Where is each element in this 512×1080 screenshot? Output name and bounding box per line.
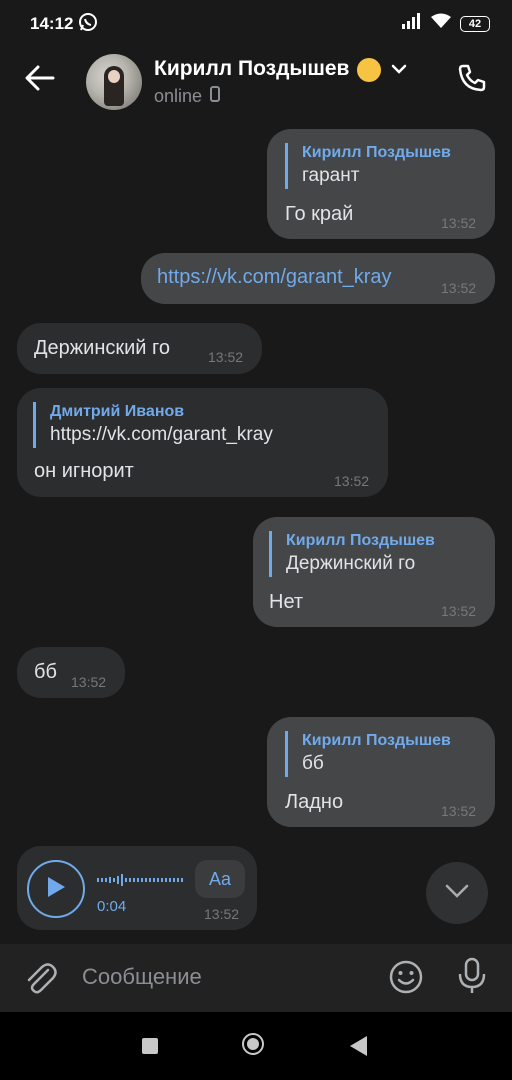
reply-text: Держинский го: [286, 553, 416, 574]
back-triangle-icon[interactable]: [350, 1036, 367, 1056]
message-text: Держинский го: [34, 337, 171, 359]
status-time: 14:12: [30, 14, 74, 33]
message-text: бб: [34, 661, 57, 683]
message-text: Ладно: [285, 791, 344, 813]
arrow-left-icon: [25, 65, 55, 96]
online-status: online: [154, 86, 221, 107]
status-bar: 14:12 42: [0, 0, 512, 48]
scroll-down-button[interactable]: [426, 862, 488, 924]
whatsapp-icon: [78, 12, 98, 37]
message-time: 13:52: [71, 674, 107, 690]
message-time: 13:52: [441, 215, 477, 231]
message-time: 13:52: [441, 803, 477, 819]
play-button[interactable]: [27, 860, 85, 918]
wifi-icon: [430, 13, 452, 34]
call-button[interactable]: [452, 60, 492, 100]
emoji-status-icon: [357, 58, 381, 82]
message-input[interactable]: Сообщение: [82, 964, 202, 990]
chevron-down-icon: [444, 883, 470, 904]
mobile-icon: [210, 86, 221, 107]
smiley-icon[interactable]: [388, 959, 424, 1000]
recents-icon[interactable]: [142, 1038, 158, 1054]
paperclip-icon[interactable]: [20, 958, 60, 1003]
message-link[interactable]: https://vk.com/garant_kray: [157, 266, 392, 289]
back-button[interactable]: [22, 62, 58, 98]
message-bubble[interactable]: Кирилл Поздышев гарант Го край 13:52: [267, 129, 495, 239]
message-bubble[interactable]: Кирилл Поздышев Держинский го Нет 13:52: [253, 517, 495, 627]
message-composer: Сообщение: [0, 944, 512, 1012]
reply-text: бб: [302, 753, 324, 774]
reply-author: Дмитрий Иванов: [50, 403, 185, 420]
chevron-down-icon[interactable]: [390, 62, 408, 80]
message-time: 13:52: [441, 280, 477, 296]
system-nav-bar: [0, 1012, 512, 1080]
reply-text: https://vk.com/garant_kray: [50, 424, 273, 445]
voice-waveform[interactable]: [97, 874, 183, 886]
reply-author: Кирилл Поздышев: [286, 532, 435, 549]
avatar[interactable]: [86, 54, 142, 110]
message-text: он игнорит: [34, 460, 134, 482]
battery-indicator: 42: [460, 15, 490, 32]
message-bubble[interactable]: Дмитрий Иванов https://vk.com/garant_kra…: [17, 388, 388, 497]
voice-duration: 0:04: [97, 898, 127, 915]
online-status-text: online: [154, 86, 203, 106]
message-bubble[interactable]: https://vk.com/garant_kray 13:52: [141, 253, 495, 304]
microphone-icon[interactable]: [456, 956, 488, 1001]
chat-header: Кирилл Поздышев online: [0, 48, 512, 114]
reply-author: Кирилл Поздышев: [302, 732, 451, 749]
play-icon: [45, 875, 67, 904]
signal-icon: [402, 13, 422, 34]
message-time: 13:52: [204, 906, 240, 922]
message-bubble[interactable]: Кирилл Поздышев бб Ладно 13:52: [267, 717, 495, 827]
message-text: Нет: [269, 591, 304, 613]
reply-author: Кирилл Поздышев: [302, 144, 451, 161]
voice-message[interactable]: 0:04 Aa 13:52: [17, 846, 257, 930]
reply-quote[interactable]: Кирилл Поздышев бб: [285, 731, 451, 777]
contact-name[interactable]: Кирилл Поздышев: [154, 57, 349, 81]
reply-text: гарант: [302, 165, 360, 186]
phone-icon: [456, 62, 488, 99]
message-time: 13:52: [441, 603, 477, 619]
message-time: 13:52: [208, 349, 244, 365]
transcribe-button[interactable]: Aa: [195, 860, 245, 898]
reply-quote[interactable]: Дмитрий Иванов https://vk.com/garant_kra…: [33, 402, 273, 448]
message-time: 13:52: [334, 473, 370, 489]
reply-quote[interactable]: Кирилл Поздышев Держинский го: [269, 531, 435, 577]
message-bubble[interactable]: бб 13:52: [17, 647, 125, 698]
reply-quote[interactable]: Кирилл Поздышев гарант: [285, 143, 451, 189]
message-bubble[interactable]: Держинский го 13:52: [17, 323, 262, 374]
home-icon[interactable]: [242, 1033, 264, 1055]
status-icons: 42: [402, 13, 490, 34]
message-text: Го край: [285, 203, 354, 225]
